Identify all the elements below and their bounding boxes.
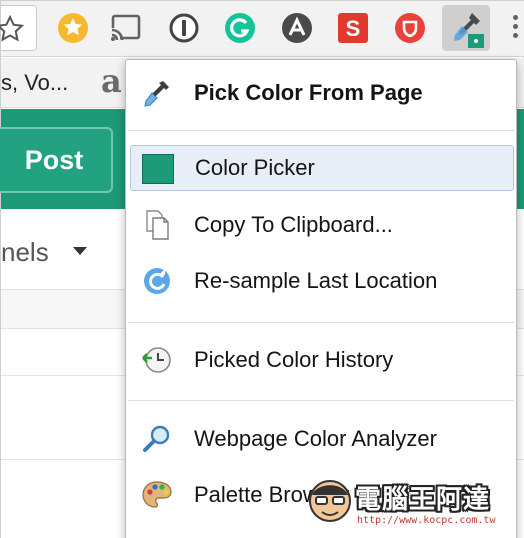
- menu-item-history[interactable]: Picked Color History: [130, 337, 514, 383]
- amazon-bookmark-icon[interactable]: a: [101, 62, 122, 100]
- scribd-icon[interactable]: S: [336, 11, 370, 45]
- watermark-title: 電腦王阿達: [355, 485, 491, 515]
- browser-menu-icon[interactable]: [513, 15, 519, 38]
- menu-separator: [128, 400, 514, 401]
- menu-item-label: Picked Color History: [194, 347, 394, 372]
- cast-icon[interactable]: [109, 11, 143, 45]
- mascot-icon: [309, 480, 351, 522]
- bookmark-star-icon[interactable]: [0, 14, 25, 49]
- menu-separator: [128, 322, 514, 323]
- adblock-icon[interactable]: [280, 11, 314, 45]
- menu-item-label: Copy To Clipboard...: [194, 212, 393, 237]
- starred-extension-icon[interactable]: [56, 11, 90, 45]
- palette-icon: [140, 479, 174, 511]
- watermark: 電腦王阿達 http://www.kocpc.com.tw: [307, 471, 519, 535]
- menu-item-label: Webpage Color Analyzer: [194, 426, 437, 451]
- grammarly-icon[interactable]: [223, 11, 257, 45]
- menu-separator: [128, 130, 514, 131]
- onepassword-icon[interactable]: [167, 11, 201, 45]
- refresh-icon: [140, 265, 174, 297]
- menu-item-pick-color[interactable]: Pick Color From Page: [130, 70, 514, 116]
- color-picker-extension-icon[interactable]: [442, 5, 490, 51]
- menu-item-color-picker[interactable]: Color Picker: [130, 145, 514, 191]
- copy-document-icon: [140, 209, 174, 241]
- chevron-down-icon[interactable]: [73, 247, 87, 255]
- menu-item-resample[interactable]: Re-sample Last Location: [130, 258, 514, 304]
- menu-item-label: Color Picker: [195, 155, 315, 180]
- menu-item-copy-clipboard[interactable]: Copy To Clipboard...: [130, 202, 514, 248]
- color-picker-menu: Pick Color From Page Color Picker Copy T…: [125, 59, 517, 538]
- svg-text:S: S: [346, 16, 361, 41]
- eyedropper-icon: [140, 77, 174, 109]
- menu-item-label: Pick Color From Page: [194, 80, 423, 105]
- history-clock-icon: [140, 344, 174, 376]
- menu-item-label: Re-sample Last Location: [194, 268, 438, 293]
- post-button[interactable]: Post: [0, 127, 113, 193]
- browser-toolbar: S: [0, 1, 524, 57]
- watermark-url: http://www.kocpc.com.tw: [357, 515, 496, 526]
- menu-item-webpage-analyzer[interactable]: Webpage Color Analyzer: [130, 416, 514, 462]
- bookmark-item[interactable]: s, Vo...: [1, 70, 68, 96]
- magnifier-icon: [140, 423, 174, 455]
- shield-icon[interactable]: [393, 11, 427, 45]
- color-swatch-icon: [141, 153, 175, 185]
- channels-label[interactable]: nels: [1, 237, 49, 268]
- address-bar[interactable]: [0, 5, 37, 51]
